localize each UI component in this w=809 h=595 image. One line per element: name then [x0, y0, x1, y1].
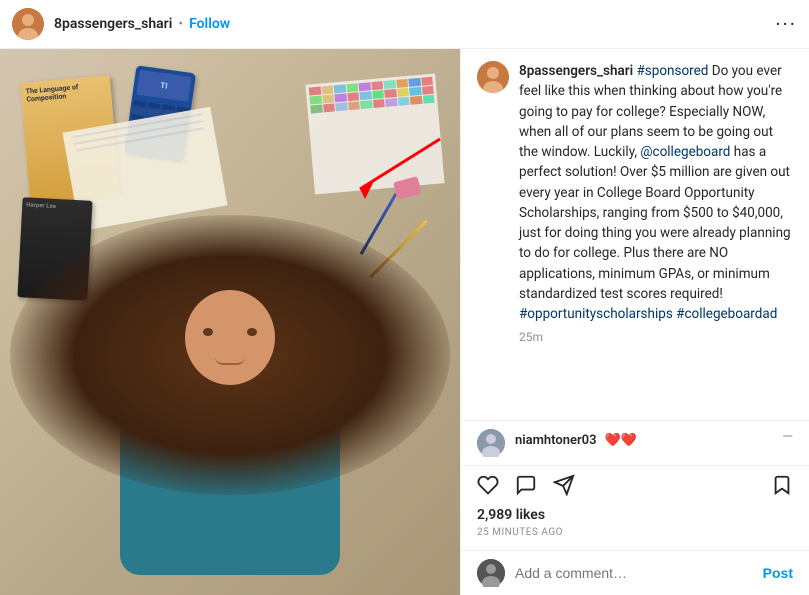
comment-button[interactable]	[515, 474, 537, 501]
action-bar: 2,989 likes 25 MINUTES AGO	[461, 465, 809, 550]
add-comment-area: Post	[461, 550, 809, 595]
head	[185, 290, 275, 385]
header-dot: •	[178, 16, 183, 32]
header-username[interactable]: 8passengers_shari	[54, 16, 172, 32]
comments-area: 8passengers_shari #sponsored Do you ever…	[461, 49, 809, 420]
main-comment-row: 8passengers_shari #sponsored Do you ever…	[477, 61, 793, 346]
collegeboard-mention[interactable]: @collegeboard	[640, 144, 730, 160]
hashtag-opportunity[interactable]: #opportunityscholarships	[519, 306, 673, 322]
post-header: 8passengers_shari • Follow ···	[0, 0, 809, 49]
reply-hearts: ❤️❤️	[605, 433, 637, 448]
header-avatar[interactable]	[12, 8, 44, 40]
commenter-avatar[interactable]	[477, 61, 509, 93]
reply-avatar[interactable]	[477, 429, 505, 457]
main-comment-body: 8passengers_shari #sponsored Do you ever…	[519, 61, 793, 346]
reply-more[interactable]: —	[782, 429, 793, 445]
info-side: 8passengers_shari #sponsored Do you ever…	[460, 49, 809, 595]
follow-button[interactable]: Follow	[189, 16, 230, 32]
book1-title: The Language of Composition	[20, 75, 112, 110]
sponsored-hashtag[interactable]: #sponsored	[636, 63, 708, 79]
post-timestamp: 25 MINUTES AGO	[477, 527, 793, 538]
hashtag-collegeboard[interactable]: #collegeboardad	[676, 306, 777, 322]
comment-username[interactable]: 8passengers_shari	[519, 63, 633, 79]
post-photo: The Language of Composition TI	[0, 49, 460, 595]
reply-content: niamhtoner03 ❤️❤️	[515, 429, 637, 448]
comment-text-2: has a perfect solution! Over $5 million …	[519, 144, 791, 302]
reply-username[interactable]: niamhtoner03	[515, 433, 597, 448]
comment-input[interactable]	[515, 565, 763, 581]
red-arrow-annotation	[330, 129, 450, 213]
action-icons	[477, 474, 793, 501]
comment-time: 25m	[519, 328, 793, 346]
reply-row: niamhtoner03 ❤️❤️ —	[461, 420, 809, 465]
share-button[interactable]	[553, 474, 575, 501]
more-options-button[interactable]: ···	[775, 12, 797, 36]
like-button[interactable]	[477, 474, 499, 501]
book2-title: Harper Lee	[22, 197, 93, 216]
current-user-avatar	[477, 559, 505, 587]
likes-count: 2,989 likes	[477, 507, 793, 523]
bookmark-button[interactable]	[771, 474, 793, 501]
post-comment-button[interactable]: Post	[763, 565, 793, 581]
main-content: The Language of Composition TI	[0, 49, 809, 595]
